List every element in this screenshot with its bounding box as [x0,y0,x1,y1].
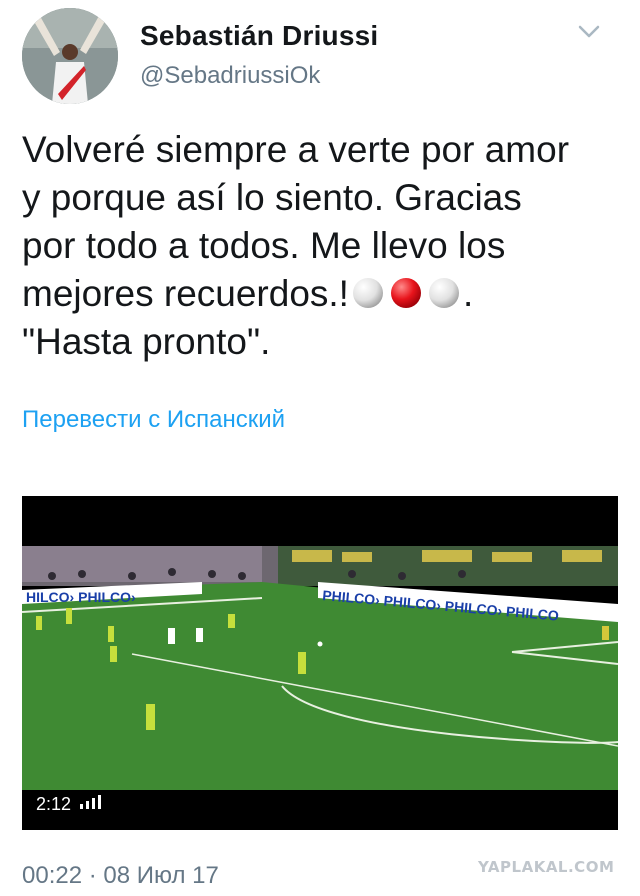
video-player[interactable]: HILCO› PHILCO› PHILCO› PHILCO› PHILCO› P… [22,496,618,830]
tweet-line-text: mejores recuerdos.! [22,273,349,314]
video-duration: 2:12 [36,794,72,814]
author-name[interactable]: Sebastián Driussi [140,20,378,52]
watermark: YAPLAKAL.COM [478,858,615,876]
tweet-line: y porque así lo siento. Gracias [22,177,522,218]
svg-text:HILCO› PHILCO›: HILCO› PHILCO› [26,589,136,605]
tweet-line: mejores recuerdos.! . [22,270,622,318]
video-duration-badge: 2:12 [36,794,102,815]
avatar[interactable] [22,8,118,104]
tweet-line-text: . [462,273,474,314]
red-circle-icon [389,274,423,308]
tweet-line: Volveré siempre a verte por amor [22,129,570,170]
signal-bars-icon [79,794,102,815]
translate-link[interactable]: Перевести с Испанский [22,406,285,434]
white-circle-icon [351,274,385,308]
white-circle-icon [427,274,461,308]
author-handle[interactable]: @SebadriussiOk [140,62,320,90]
tweet-text: Volveré siempre a verte por amor y porqu… [22,126,622,366]
tweet-line: por todo a todos. Me llevo los [22,225,506,266]
tweet-line: "Hasta pronto". [22,321,271,362]
chevron-down-icon[interactable] [576,22,602,42]
tweet-timestamp[interactable]: 00:22 · 08 Июл 17 [22,862,219,890]
video-thumbnail: HILCO› PHILCO› PHILCO› PHILCO› PHILCO› P… [22,546,618,790]
